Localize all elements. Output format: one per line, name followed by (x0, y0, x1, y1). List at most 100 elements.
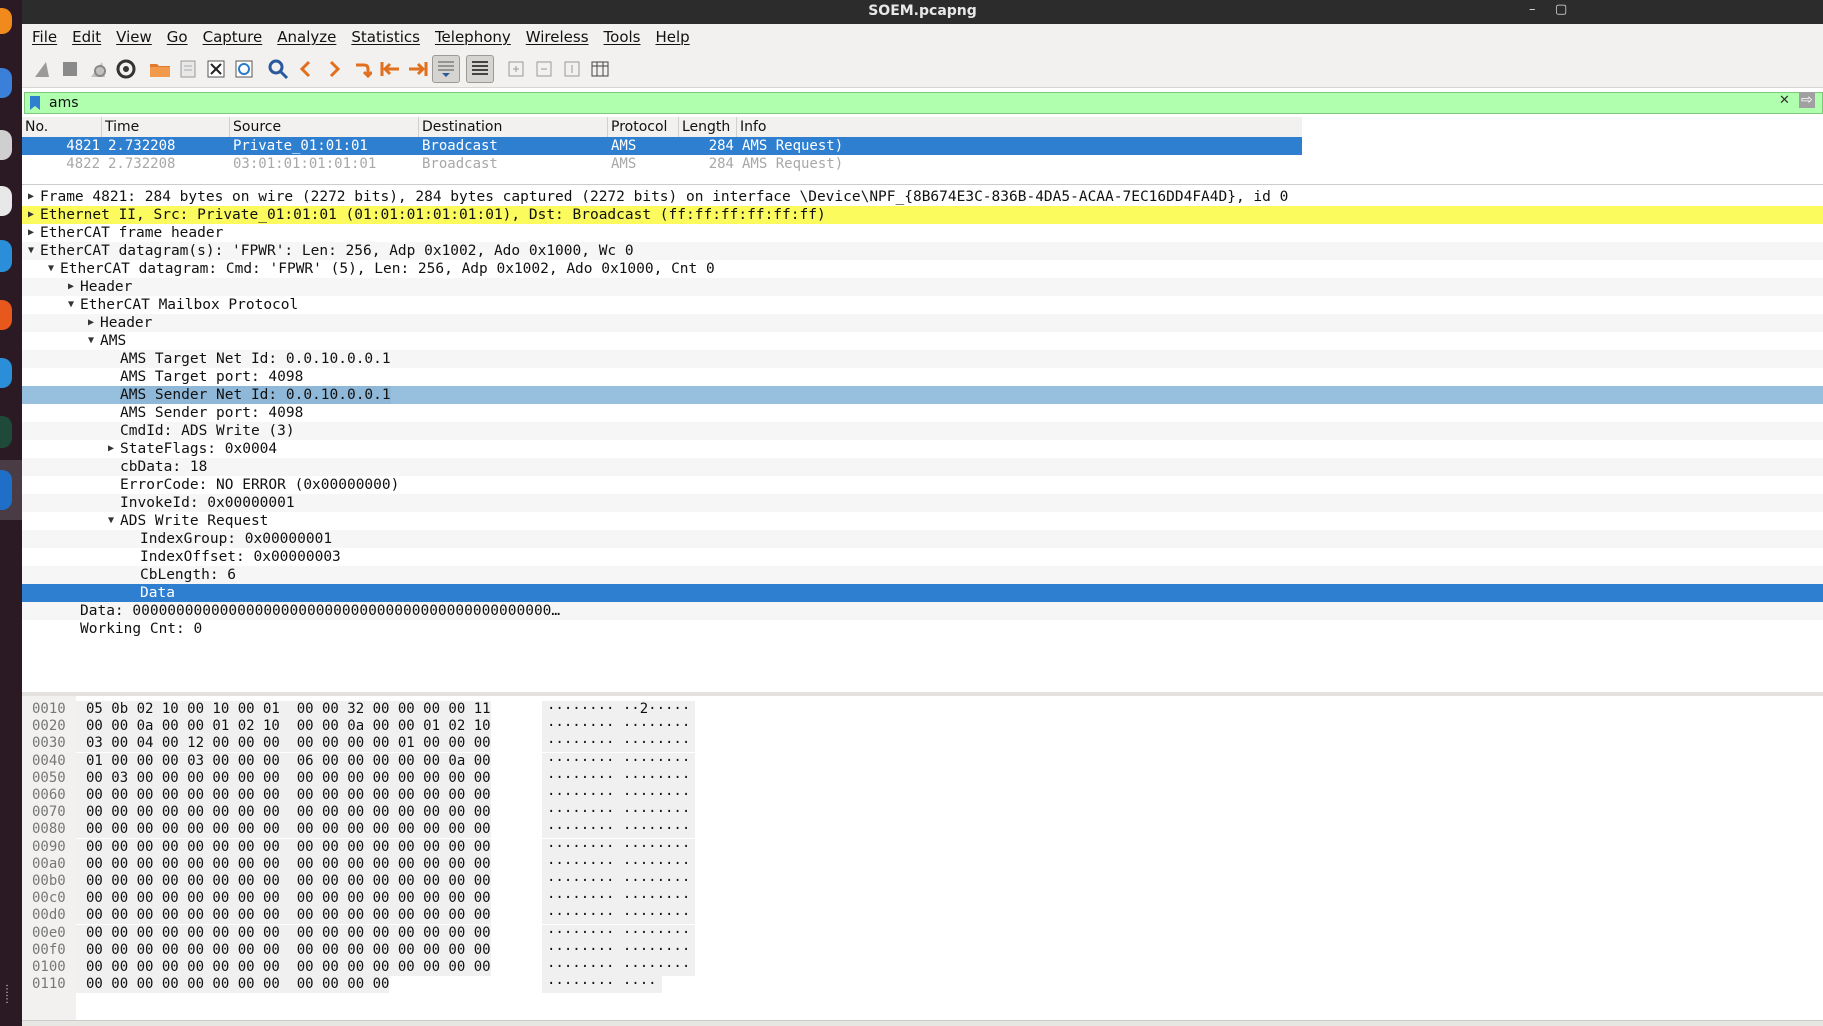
menu-analyze[interactable]: Analyze (277, 28, 336, 46)
column-destination[interactable]: Destination (419, 117, 608, 137)
detail-row[interactable]: ▶ Header (22, 314, 1823, 332)
expand-arrow-icon[interactable]: ▶ (28, 188, 34, 206)
packet-row[interactable]: 4821 2.732208 Private_01:01:01 Broadcast… (22, 137, 1302, 155)
menu-help[interactable]: Help (655, 28, 689, 46)
menu-file[interactable]: File (32, 28, 57, 46)
collapse-arrow-icon[interactable]: ▼ (108, 512, 114, 530)
expand-arrow-icon[interactable]: ▶ (28, 206, 34, 224)
detail-row[interactable]: ▼ EtherCAT Mailbox Protocol (22, 296, 1823, 314)
reload-file-button[interactable] (230, 55, 258, 83)
packet-row[interactable]: 4822 2.732208 03:01:01:01:01:01 Broadcas… (22, 155, 1302, 173)
clear-filter-icon[interactable]: ✕ (1779, 93, 1790, 108)
app-grid-icon[interactable]: ⋮ ⋮ (2, 985, 12, 1005)
expand-arrow-icon[interactable]: ▶ (28, 224, 34, 242)
collapse-arrow-icon[interactable]: ▼ (48, 260, 54, 278)
detail-row[interactable]: InvokeId: 0x00000001 (22, 494, 1823, 512)
zoom-out-button[interactable] (530, 55, 558, 83)
hex-row[interactable]: 0030 03 00 04 00 12 00 00 00 00 00 00 00 … (22, 735, 1823, 752)
detail-row[interactable]: CbLength: 6 (22, 566, 1823, 584)
hex-row[interactable]: 0020 00 00 0a 00 00 01 02 10 00 00 0a 00 … (22, 718, 1823, 735)
save-file-button[interactable] (174, 55, 202, 83)
detail-row[interactable]: Data (22, 584, 1823, 602)
resize-columns-button[interactable] (586, 55, 614, 83)
detail-row[interactable]: AMS Sender Net Id: 0.0.10.0.0.1 (22, 386, 1823, 404)
menu-view[interactable]: View (116, 28, 152, 46)
go-back-button[interactable] (292, 55, 320, 83)
detail-row[interactable]: ▶ StateFlags: 0x0004 (22, 440, 1823, 458)
detail-row[interactable]: AMS Target Net Id: 0.0.10.0.0.1 (22, 350, 1823, 368)
hex-row[interactable]: 00b0 00 00 00 00 00 00 00 00 00 00 00 00 … (22, 873, 1823, 890)
collapse-arrow-icon[interactable]: ▼ (88, 332, 94, 350)
detail-row[interactable]: ▶ Header (22, 278, 1823, 296)
files-icon[interactable] (0, 130, 12, 160)
find-packet-button[interactable] (264, 55, 292, 83)
detail-row[interactable]: ▼ ADS Write Request (22, 512, 1823, 530)
help-icon[interactable] (0, 358, 12, 388)
menu-tools[interactable]: Tools (604, 28, 641, 46)
last-packet-button[interactable] (404, 55, 432, 83)
firefox-icon[interactable] (0, 8, 12, 34)
hex-row[interactable]: 00d0 00 00 00 00 00 00 00 00 00 00 00 00 … (22, 907, 1823, 924)
column-time[interactable]: Time (102, 117, 230, 137)
capture-options-button[interactable] (112, 55, 140, 83)
autoscroll-button[interactable] (432, 55, 460, 83)
menu-edit[interactable]: Edit (72, 28, 101, 46)
detail-row[interactable]: ▶ Ethernet II, Src: Private_01:01:01 (01:… (22, 206, 1823, 224)
apply-filter-icon[interactable]: ⇨ (1799, 92, 1815, 108)
bookmark-icon[interactable] (29, 95, 41, 111)
close-file-button[interactable] (202, 55, 230, 83)
expand-arrow-icon[interactable]: ▶ (108, 440, 114, 458)
zoom-in-button[interactable] (502, 55, 530, 83)
detail-row[interactable]: cbData: 18 (22, 458, 1823, 476)
detail-row[interactable]: ▼ AMS (22, 332, 1823, 350)
terminal-icon[interactable] (0, 416, 12, 448)
menu-wireless[interactable]: Wireless (526, 28, 589, 46)
writer-icon[interactable] (0, 186, 12, 216)
hex-row[interactable]: 0080 00 00 00 00 00 00 00 00 00 00 00 00 … (22, 821, 1823, 838)
menu-go[interactable]: Go (167, 28, 188, 46)
hex-row[interactable]: 00f0 00 00 00 00 00 00 00 00 00 00 00 00 … (22, 942, 1823, 959)
hex-row[interactable]: 00a0 00 00 00 00 00 00 00 00 00 00 00 00 … (22, 856, 1823, 873)
menu-statistics[interactable]: Statistics (351, 28, 420, 46)
normal-size-button[interactable] (558, 55, 586, 83)
detail-row[interactable]: CmdId: ADS Write (3) (22, 422, 1823, 440)
colorize-button[interactable] (466, 55, 494, 83)
collapse-arrow-icon[interactable]: ▼ (28, 242, 34, 260)
open-file-button[interactable] (146, 55, 174, 83)
hex-row[interactable]: 0060 00 00 00 00 00 00 00 00 00 00 00 00 … (22, 787, 1823, 804)
restart-capture-button[interactable] (84, 55, 112, 83)
detail-row[interactable]: IndexOffset: 0x00000003 (22, 548, 1823, 566)
detail-row[interactable]: ErrorCode: NO ERROR (0x00000000) (22, 476, 1823, 494)
column-info[interactable]: Info (737, 117, 1302, 137)
detail-row[interactable]: Working Cnt: 0 (22, 620, 1823, 638)
detail-row[interactable]: ▶ EtherCAT frame header (22, 224, 1823, 242)
display-filter-input[interactable] (49, 94, 1789, 112)
menu-telephony[interactable]: Telephony (435, 28, 511, 46)
stop-capture-button[interactable] (56, 55, 84, 83)
hex-row[interactable]: 0040 01 00 00 00 03 00 00 00 06 00 00 00 … (22, 753, 1823, 770)
menu-capture[interactable]: Capture (203, 28, 263, 46)
detail-row[interactable]: IndexGroup: 0x00000001 (22, 530, 1823, 548)
detail-row[interactable]: AMS Sender port: 4098 (22, 404, 1823, 422)
detail-row[interactable]: ▼ EtherCAT datagram: Cmd: 'FPWR' (5), Len… (22, 260, 1823, 278)
column-no[interactable]: No. (22, 117, 102, 137)
maximize-button[interactable]: ▢ (1555, 2, 1567, 17)
thunderbird-icon[interactable] (0, 68, 12, 98)
hex-row[interactable]: 00c0 00 00 00 00 00 00 00 00 00 00 00 00 … (22, 890, 1823, 907)
column-protocol[interactable]: Protocol (608, 117, 679, 137)
wireshark-icon[interactable] (0, 470, 12, 510)
detail-row[interactable]: ▼ EtherCAT datagram(s): 'FPWR': Len: 256,… (22, 242, 1823, 260)
expand-arrow-icon[interactable]: ▶ (88, 314, 94, 332)
expand-arrow-icon[interactable]: ▶ (68, 278, 74, 296)
hex-row[interactable]: 0070 00 00 00 00 00 00 00 00 00 00 00 00 … (22, 804, 1823, 821)
hex-row[interactable]: 0110 00 00 00 00 00 00 00 00 00 00 00 00 ·… (22, 976, 1823, 993)
hex-row[interactable]: 00e0 00 00 00 00 00 00 00 00 00 00 00 00 … (22, 925, 1823, 942)
software-icon[interactable] (0, 300, 12, 330)
docs-icon[interactable] (0, 240, 12, 272)
hex-row[interactable]: 0050 00 03 00 00 00 00 00 00 00 00 00 00 … (22, 770, 1823, 787)
hex-row[interactable]: 0010 05 0b 02 10 00 10 00 01 00 00 32 00 … (22, 701, 1823, 718)
detail-row[interactable]: Data: 0000000000000000000000000000000000… (22, 602, 1823, 620)
detail-row[interactable]: AMS Target port: 4098 (22, 368, 1823, 386)
first-packet-button[interactable] (376, 55, 404, 83)
start-capture-button[interactable] (28, 55, 56, 83)
